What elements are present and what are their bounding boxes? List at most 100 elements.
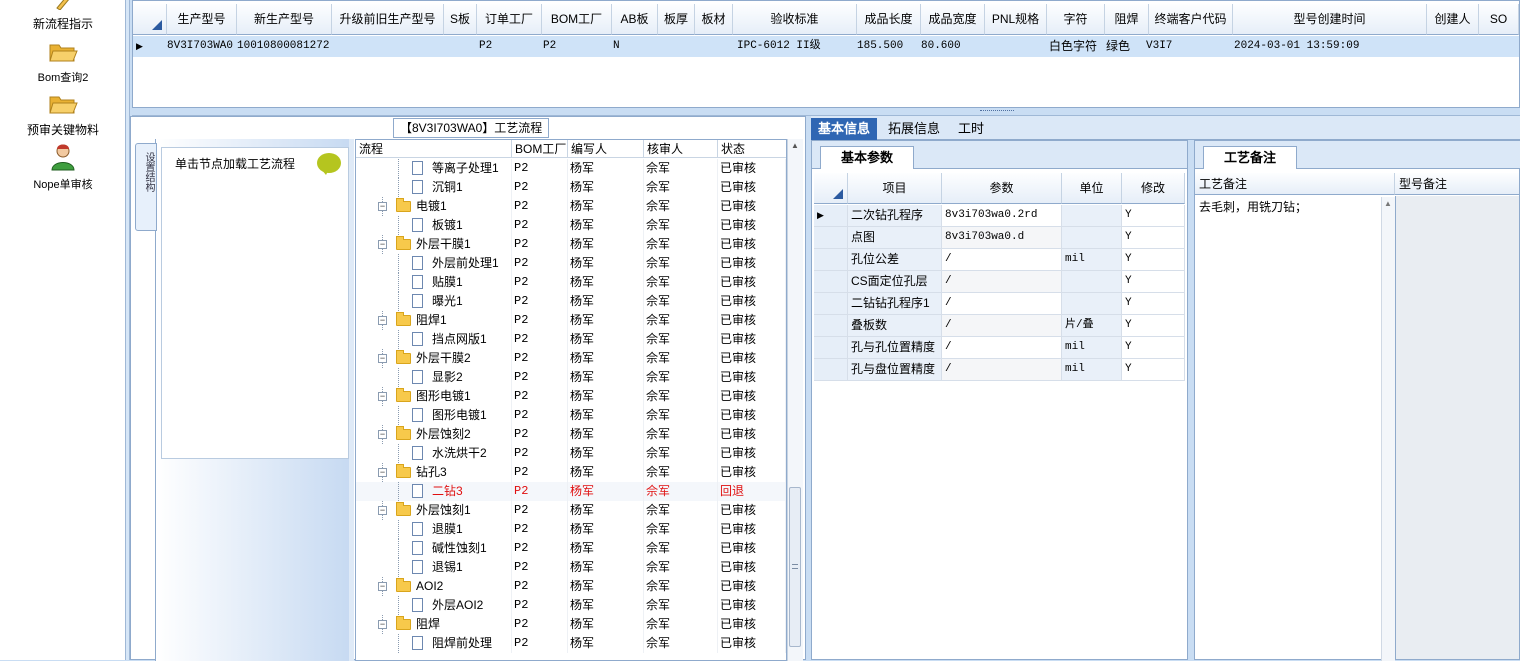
column-header[interactable]: 阻焊: [1105, 4, 1149, 35]
note-scrollbar[interactable]: ▲: [1381, 197, 1395, 661]
tab-work-hours[interactable]: 工时: [951, 118, 991, 140]
cell-param[interactable]: /: [942, 271, 1062, 293]
column-header[interactable]: 流程: [356, 140, 512, 158]
tree-row[interactable]: − 图形电镀1 P2 杨军 佘军 已审核: [356, 387, 786, 406]
column-header[interactable]: 修改: [1122, 173, 1185, 204]
tree-row[interactable]: 贴膜1 P2 杨军 佘军 已审核: [356, 273, 786, 292]
cell-param[interactable]: /: [942, 249, 1062, 271]
column-header[interactable]: S板: [444, 4, 477, 35]
column-header[interactable]: 终端客户代码: [1149, 4, 1233, 35]
column-header[interactable]: 状态: [718, 140, 786, 158]
tab-basic-info[interactable]: 基本信息: [811, 118, 878, 140]
column-header[interactable]: 升级前旧生产型号: [332, 4, 444, 35]
tree-row[interactable]: 水洗烘干2 P2 杨军 佘军 已审核: [356, 444, 786, 463]
cell-param[interactable]: /: [942, 337, 1062, 359]
process-note-text[interactable]: 去毛刺，用铣刀钻；: [1199, 198, 1379, 215]
tree-row[interactable]: 外层AOI2 P2 杨军 佘军 已审核: [356, 596, 786, 615]
scroll-up-icon[interactable]: ▲: [791, 141, 799, 150]
tree-row[interactable]: − 外层干膜1 P2 杨军 佘军 已审核: [356, 235, 786, 254]
cell-param[interactable]: /: [942, 359, 1062, 381]
collapse-icon[interactable]: −: [378, 620, 387, 629]
column-header[interactable]: 单位: [1062, 173, 1122, 204]
model-note-area[interactable]: [1395, 196, 1519, 659]
column-header[interactable]: 型号创建时间: [1233, 4, 1427, 35]
column-header[interactable]: 字符: [1047, 4, 1105, 35]
column-header[interactable]: 生产型号: [167, 4, 237, 35]
tab-process-notes[interactable]: 工艺备注: [1203, 146, 1297, 169]
collapse-icon[interactable]: −: [378, 468, 387, 477]
param-row[interactable]: CS面定位孔层 / Y: [814, 271, 1185, 293]
param-row[interactable]: ▶ 二次钻孔程序 8v3i703wa0.2rd Y: [814, 205, 1185, 227]
sidebar-item-bom-query[interactable]: Bom查询2: [0, 40, 126, 85]
collapse-icon[interactable]: −: [378, 354, 387, 363]
tree-row[interactable]: 挡点网版1 P2 杨军 佘军 已审核: [356, 330, 786, 349]
param-row[interactable]: 孔位公差 / mil Y: [814, 249, 1185, 271]
collapse-icon[interactable]: −: [378, 202, 387, 211]
row-selector-icon[interactable]: [814, 227, 848, 249]
column-header[interactable]: 编写人: [568, 140, 644, 158]
tree-row[interactable]: 退锡1 P2 杨军 佘军 已审核: [356, 558, 786, 577]
row-selector-icon[interactable]: ▶: [814, 205, 848, 227]
collapse-icon[interactable]: −: [378, 582, 387, 591]
param-row[interactable]: 二钻钻孔程序1/ Y: [814, 293, 1185, 315]
column-header[interactable]: PNL规格: [985, 4, 1047, 35]
tree-row[interactable]: 图形电镀1 P2 杨军 佘军 已审核: [356, 406, 786, 425]
column-header[interactable]: 参数: [942, 173, 1062, 204]
tree-row[interactable]: 沉铜1 P2 杨军 佘军 已审核: [356, 178, 786, 197]
tree-row[interactable]: 二钻3 P2 杨军 佘军 回退: [356, 482, 786, 501]
column-header[interactable]: BOM工厂: [542, 4, 612, 35]
cell-param[interactable]: 8v3i703wa0.d: [942, 227, 1062, 249]
tree-row[interactable]: − 外层蚀刻1 P2 杨军 佘军 已审核: [356, 501, 786, 520]
tree-row[interactable]: − 外层蚀刻2 P2 杨军 佘军 已审核: [356, 425, 786, 444]
scrollbar-thumb[interactable]: [789, 487, 801, 647]
tree-row[interactable]: 退膜1 P2 杨军 佘军 已审核: [356, 520, 786, 539]
tree-row[interactable]: − AOI2 P2 杨军 佘军 已审核: [356, 577, 786, 596]
column-header[interactable]: 型号备注: [1395, 173, 1519, 195]
collapse-icon[interactable]: −: [378, 316, 387, 325]
table-row[interactable]: ▶ 8V3I703WA0 10010800081272 P2 P2 N IPC-…: [133, 36, 1519, 57]
tree-row[interactable]: − 阻焊 P2 杨军 佘军 已审核: [356, 615, 786, 634]
column-header[interactable]: 成品宽度: [921, 4, 985, 35]
column-header[interactable]: 项目: [848, 173, 942, 204]
row-selector-icon[interactable]: [814, 293, 848, 315]
tree-row[interactable]: 阻焊前处理 P2 杨军 佘军 已审核: [356, 634, 786, 653]
collapse-icon[interactable]: −: [378, 506, 387, 515]
scroll-up-icon[interactable]: ▲: [1384, 199, 1392, 208]
sidebar-item-key-material[interactable]: 预审关键物料: [0, 92, 126, 138]
column-header[interactable]: 创建人: [1427, 4, 1479, 35]
column-header[interactable]: 成品长度: [857, 4, 921, 35]
param-row[interactable]: 点图 8v3i703wa0.d Y: [814, 227, 1185, 249]
cell-param[interactable]: 8v3i703wa0.2rd: [942, 205, 1062, 227]
vertical-splitter[interactable]: [349, 139, 354, 661]
sidebar-item-nope-audit[interactable]: Nope单审核: [0, 143, 126, 192]
tree-row[interactable]: 板镀1 P2 杨军 佘军 已审核: [356, 216, 786, 235]
column-header[interactable]: AB板: [612, 4, 658, 35]
column-header[interactable]: 新生产型号: [237, 4, 332, 35]
column-header[interactable]: 核审人: [644, 140, 718, 158]
sidebar-item-new-process[interactable]: 新流程指示: [0, 0, 126, 32]
cell-param[interactable]: /: [942, 293, 1062, 315]
row-selector-icon[interactable]: [814, 315, 848, 337]
tree-row[interactable]: 等离子处理1 P2 杨军 佘军 已审核: [356, 159, 786, 178]
tree-row[interactable]: − 电镀1 P2 杨军 佘军 已审核: [356, 197, 786, 216]
column-header[interactable]: 板厚: [658, 4, 695, 35]
column-header[interactable]: 工艺备注: [1195, 173, 1395, 195]
horizontal-splitter[interactable]: [132, 108, 1520, 116]
column-header[interactable]: BOM工厂: [512, 140, 568, 158]
tree-row[interactable]: − 钻孔3 P2 杨军 佘军 已审核: [356, 463, 786, 482]
column-header[interactable]: 订单工厂: [477, 4, 542, 35]
chat-bubble-icon[interactable]: [317, 153, 341, 175]
cell-param[interactable]: /: [942, 315, 1062, 337]
collapse-icon[interactable]: −: [378, 240, 387, 249]
param-row[interactable]: 叠板数 / 片/叠 Y: [814, 315, 1185, 337]
row-selector-icon[interactable]: [814, 359, 848, 381]
column-header[interactable]: 验收标准: [733, 4, 857, 35]
collapse-icon[interactable]: −: [378, 430, 387, 439]
tree-row[interactable]: 曝光1 P2 杨军 佘军 已审核: [356, 292, 786, 311]
collapse-icon[interactable]: −: [378, 392, 387, 401]
tree-row[interactable]: 显影2 P2 杨军 佘军 已审核: [356, 368, 786, 387]
param-row[interactable]: 孔与盘位置精度 / mil Y: [814, 359, 1185, 381]
tab-extended-info[interactable]: 拓展信息: [881, 118, 947, 140]
node-box[interactable]: [161, 147, 349, 459]
column-header[interactable]: SO: [1479, 4, 1519, 35]
